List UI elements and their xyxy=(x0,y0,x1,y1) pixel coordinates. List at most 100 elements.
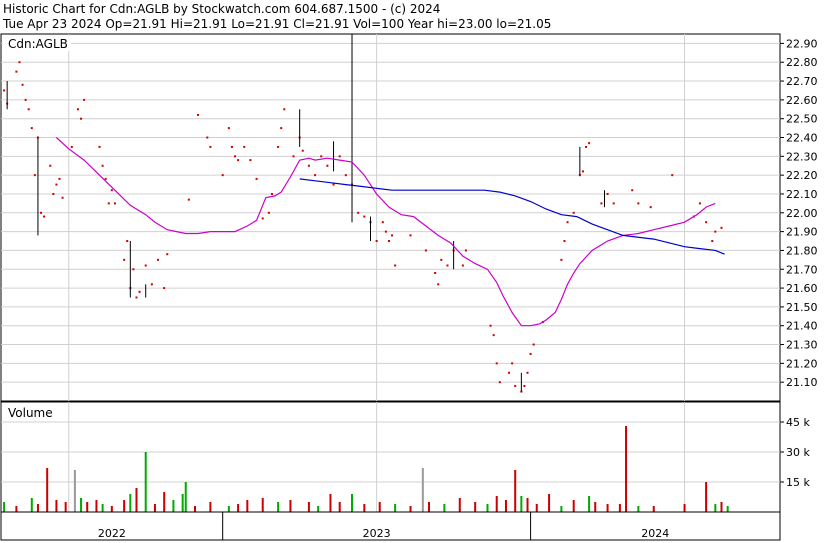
price-tick-point xyxy=(138,290,141,293)
price-tick-point xyxy=(440,258,443,261)
volume-bar xyxy=(277,502,280,512)
price-tick-point xyxy=(206,136,209,139)
price-tick-point xyxy=(30,127,33,130)
volume-bar xyxy=(421,468,424,512)
chart-stage: Historic Chart for Cdn:AGLB by Stockwatc… xyxy=(0,0,830,543)
volume-bar xyxy=(606,504,609,512)
volume-bar xyxy=(683,504,686,512)
volume-bar xyxy=(618,504,621,512)
chart-header-title: Historic Chart for Cdn:AGLB by Stockwatc… xyxy=(3,2,440,16)
price-tick-point xyxy=(526,371,529,374)
price-tick-label: 21.10 xyxy=(786,376,818,389)
price-tick-point xyxy=(187,198,190,201)
price-tick-point xyxy=(434,272,437,275)
volume-bar xyxy=(123,500,126,512)
price-tick-point xyxy=(132,268,135,271)
price-tick-point xyxy=(33,174,36,177)
volume-bar xyxy=(548,494,551,512)
price-tick-label: 21.80 xyxy=(786,244,818,257)
price-tick-point xyxy=(249,159,252,162)
price-tick-point xyxy=(283,108,286,111)
volume-bar xyxy=(486,504,489,512)
price-tick-point xyxy=(110,189,113,192)
volume-bar xyxy=(458,498,461,512)
price-tick-label: 22.80 xyxy=(786,56,818,69)
price-tick-point xyxy=(363,215,366,218)
price-tick-point xyxy=(424,249,427,252)
volume-bar xyxy=(129,494,132,512)
price-tick-label: 21.30 xyxy=(786,339,818,352)
volume-bar xyxy=(714,504,717,512)
volume-bar xyxy=(560,506,563,512)
price-tick-label: 22.60 xyxy=(786,94,818,107)
volume-bar xyxy=(193,506,196,512)
price-tick-point xyxy=(637,202,640,205)
price-tick-point xyxy=(492,334,495,337)
volume-bar xyxy=(261,498,264,512)
price-tick-point xyxy=(514,384,517,387)
volume-bar xyxy=(637,506,640,512)
volume-bar xyxy=(588,496,591,512)
price-tick-point xyxy=(357,211,360,214)
price-tick-point xyxy=(123,258,126,261)
volume-tick-label: 30 k xyxy=(786,446,810,459)
volume-bar xyxy=(625,426,628,512)
volume-bar xyxy=(246,500,249,512)
price-tick-point xyxy=(511,362,514,365)
price-tick-point xyxy=(344,174,347,177)
volume-bar xyxy=(172,500,175,512)
price-tick-point xyxy=(234,155,237,158)
volume-bar xyxy=(144,452,147,512)
price-tick-point xyxy=(3,89,6,92)
price-tick-point xyxy=(243,145,246,148)
price-tick-label: 21.90 xyxy=(786,226,818,239)
price-tick-point xyxy=(61,196,64,199)
volume-bar xyxy=(237,504,240,512)
price-tick-point xyxy=(163,287,166,290)
price-tick-point xyxy=(237,159,240,162)
price-tick-point xyxy=(612,202,615,205)
volume-bar xyxy=(535,504,538,512)
price-tick-label: 21.20 xyxy=(786,357,818,370)
price-tick-point xyxy=(563,240,566,243)
price-tick-point xyxy=(606,192,609,195)
price-tick-point xyxy=(270,192,273,195)
price-tick-point xyxy=(532,343,535,346)
price-tick-point xyxy=(18,61,21,64)
price-tick-point xyxy=(375,240,378,243)
price-tick-point xyxy=(437,283,440,286)
volume-bar xyxy=(351,494,354,512)
price-tick-label: 22.00 xyxy=(786,207,818,220)
price-tick-label: 21.60 xyxy=(786,282,818,295)
price-tick-label: 22.10 xyxy=(786,188,818,201)
price-tick-point xyxy=(107,202,110,205)
volume-bar xyxy=(363,504,366,512)
price-tick-point xyxy=(446,264,449,267)
price-tick-point xyxy=(720,226,723,229)
price-tick-point xyxy=(277,145,280,148)
price-tick-point xyxy=(40,211,43,214)
volume-bar xyxy=(307,502,310,512)
price-tick-point xyxy=(76,108,79,111)
volume-bar xyxy=(720,502,723,512)
price-tick-point xyxy=(80,117,83,120)
x-axis-year-label: 2024 xyxy=(641,527,669,540)
volume-bar xyxy=(135,488,138,512)
price-tick-point xyxy=(166,253,169,256)
price-tick-point xyxy=(566,221,569,224)
price-tick-point xyxy=(560,258,563,261)
price-tick-point xyxy=(409,234,412,237)
price-tick-point xyxy=(698,202,701,205)
price-tick-point xyxy=(230,145,233,148)
price-tick-point xyxy=(113,202,116,205)
price-tick-point xyxy=(221,174,224,177)
price-tick-point xyxy=(381,221,384,224)
price-tick-point xyxy=(24,98,27,101)
price-tick-point xyxy=(585,145,588,148)
volume-bar xyxy=(526,498,529,512)
price-tick-point xyxy=(314,174,317,177)
price-tick-point xyxy=(267,211,270,214)
price-tick-point xyxy=(705,221,708,224)
price-tick-point xyxy=(144,264,147,267)
price-tick-point xyxy=(384,230,387,233)
